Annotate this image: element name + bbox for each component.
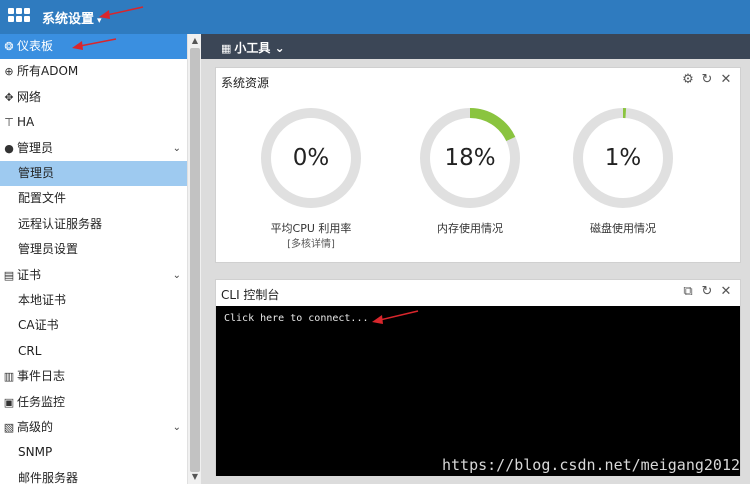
advanced-icon: ▧: [3, 421, 15, 434]
refresh-icon[interactable]: ↻: [699, 72, 715, 87]
sidebar-item-label: 高级的: [17, 420, 54, 434]
close-icon[interactable]: ✕: [718, 72, 734, 87]
globe-icon: ⊕: [4, 65, 14, 79]
system-resources-panel: 系统资源 ⚙ ↻ ✕ 0% 平均CPU 利用率 [多核详情] 18% 内存使用情况 1% 磁盘使…: [215, 67, 741, 263]
sidebar-item[interactable]: CRL: [0, 339, 187, 364]
sidebar-item-label: 管理员设置: [18, 242, 79, 257]
user-icon: ●: [4, 141, 14, 155]
sidebar-item[interactable]: 管理员: [0, 161, 187, 186]
sidebar-item[interactable]: ⊤ HA: [0, 110, 187, 135]
sidebar-item[interactable]: SNMP: [0, 440, 187, 465]
annotation-arrow: [99, 6, 144, 19]
module-title[interactable]: 系统设置 ▾: [42, 8, 102, 27]
sidebar-item-label: CA证书: [18, 318, 59, 333]
sidebar-item[interactable]: ▧ 高级的 ⌄: [0, 415, 187, 440]
annotation-arrow: [72, 38, 117, 50]
sidebar-item-label: 网络: [17, 89, 42, 104]
sidebar-item-label: 所有ADOM: [17, 64, 79, 79]
event-log-icon: ▥: [3, 370, 15, 384]
sidebar-item[interactable]: 管理员设置: [0, 237, 187, 262]
toolbar: ▦ 小工具 ⌄: [201, 34, 750, 59]
sidebar-item-label: 仪表板: [17, 39, 54, 53]
sidebar-item[interactable]: ● 管理员 ⌄: [0, 136, 187, 161]
sidebar-item-label: HA: [17, 115, 35, 130]
sidebar-item[interactable]: ▥ 事件日志: [0, 364, 187, 389]
ha-icon: ⊤: [4, 116, 14, 130]
sidebar-item-label: 邮件服务器: [18, 470, 79, 484]
cli-connect-link[interactable]: Click here to connect...: [224, 313, 369, 324]
sidebar-item[interactable]: ⊕ 所有ADOM: [0, 59, 187, 84]
sidebar-item-label: SNMP: [18, 445, 53, 460]
network-icon: ✥: [4, 90, 14, 104]
sidebar: ❂ 仪表板 ⊕ 所有ADOM ✥ 网络 ⊤ HA ● 管理员 ⌄ 管理员 配置文件 远程认证服务器 管理员设…: [0, 34, 187, 484]
refresh-icon[interactable]: ↻: [699, 284, 715, 299]
sidebar-item-label: 远程认证服务器: [18, 216, 103, 231]
grid-icon: ▦: [221, 42, 232, 55]
widgets-button[interactable]: ▦ 小工具 ⌄: [221, 39, 285, 56]
scroll-thumb[interactable]: [190, 48, 200, 472]
annotation-arrow: [372, 310, 419, 324]
usage-gauge: 1%: [573, 108, 673, 208]
sidebar-item-label: 任务监控: [17, 394, 66, 409]
cli-terminal[interactable]: Click here to connect...: [216, 306, 740, 476]
sidebar-item[interactable]: ▣ 任务监控: [0, 390, 187, 415]
close-icon[interactable]: ✕: [718, 284, 734, 299]
sidebar-item-label: 事件日志: [17, 369, 66, 384]
sidebar-item-label: CRL: [18, 343, 42, 358]
chevron-down-icon: ⌄: [274, 41, 285, 55]
gauge-label: 平均CPU 利用率: [270, 222, 352, 235]
gauge-value: 1%: [604, 145, 642, 171]
sidebar-item-label: 管理员: [18, 166, 55, 180]
panel-title: 系统资源: [221, 76, 270, 90]
sidebar-item[interactable]: 本地证书: [0, 288, 187, 313]
open-external-icon[interactable]: ⧉: [680, 284, 696, 299]
usage-gauge: 0%: [261, 108, 361, 208]
main-content: ▦ 小工具 ⌄ 系统资源 ⚙ ↻ ✕ 0% 平均CPU 利用率 [多核详情] 18% 内存使用…: [201, 34, 750, 484]
sidebar-scrollbar[interactable]: ▲ ▼: [187, 34, 201, 484]
app-menu-icon[interactable]: [6, 5, 32, 29]
sidebar-item-label: 本地证书: [18, 293, 67, 307]
chevron-down-icon[interactable]: ⌄: [173, 415, 181, 440]
gauge-label: 内存使用情况: [437, 222, 503, 235]
sidebar-item-label: 配置文件: [18, 191, 67, 206]
sidebar-item-label: 证书: [17, 267, 42, 282]
sidebar-item[interactable]: 配置文件: [0, 186, 187, 211]
sidebar-item[interactable]: 邮件服务器: [0, 466, 187, 484]
scroll-down-icon[interactable]: ▼: [188, 470, 202, 484]
dashboard-icon: ❂: [4, 40, 14, 53]
gear-icon[interactable]: ⚙: [680, 72, 696, 87]
sidebar-item[interactable]: ▤ 证书 ⌄: [0, 263, 187, 288]
panel-title: CLI 控制台: [221, 288, 280, 302]
watermark: https://blog.csdn.net/meigang2012: [441, 456, 740, 474]
cli-console-panel: CLI 控制台 ⧉ ↻ ✕ Click here to connect...: [215, 279, 741, 476]
multicore-details-link[interactable]: [多核详情]: [231, 235, 391, 250]
sidebar-item[interactable]: ✥ 网络: [0, 85, 187, 110]
certificate-icon: ▤: [3, 268, 15, 282]
usage-gauge: 18%: [420, 108, 520, 208]
gauge-value: 0%: [292, 145, 330, 171]
gauge-label: 磁盘使用情况: [590, 222, 656, 235]
sidebar-item[interactable]: 远程认证服务器: [0, 212, 187, 237]
chevron-down-icon[interactable]: ⌄: [173, 263, 181, 288]
task-monitor-icon: ▣: [3, 395, 15, 409]
gauge-value: 18%: [444, 145, 496, 171]
scroll-up-icon[interactable]: ▲: [188, 34, 202, 48]
sidebar-item-label: 管理员: [17, 140, 54, 155]
sidebar-item[interactable]: CA证书: [0, 313, 187, 338]
chevron-down-icon[interactable]: ⌄: [173, 136, 181, 161]
